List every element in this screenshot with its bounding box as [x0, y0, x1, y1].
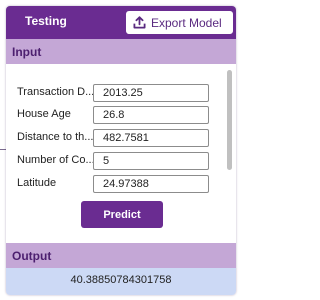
- input-form: Transaction D... House Age Distance to t…: [6, 64, 236, 243]
- house-age-input[interactable]: [93, 106, 209, 124]
- output-area: 40.38850784301758: [6, 268, 236, 295]
- field-label-house-age: House Age: [17, 108, 71, 120]
- prediction-output-value: 40.38850784301758: [70, 274, 172, 286]
- distance-input[interactable]: [93, 129, 209, 147]
- form-scrollbar[interactable]: [227, 70, 232, 170]
- export-model-label: Export Model: [151, 15, 222, 30]
- input-section-title: Input: [12, 45, 42, 59]
- field-label-transaction-date: Transaction D...: [17, 86, 95, 98]
- field-label-latitude: Latitude: [17, 177, 57, 189]
- upload-icon: [133, 16, 146, 29]
- predict-button[interactable]: Predict: [81, 201, 163, 228]
- panel-header: Testing Export Model: [6, 6, 236, 39]
- output-section-header: Output: [6, 243, 236, 268]
- field-row-number-of-convenience-stores: Number of Co...: [6, 152, 226, 170]
- field-label-distance: Distance to th...: [17, 131, 94, 143]
- testing-panel: Testing Export Model Input Transaction D…: [6, 6, 236, 295]
- field-row-latitude: Latitude: [6, 175, 226, 193]
- field-row-distance: Distance to th...: [6, 129, 226, 147]
- output-section-title: Output: [12, 249, 52, 263]
- input-section-header: Input: [6, 39, 236, 64]
- latitude-input[interactable]: [93, 175, 209, 193]
- panel-title: Testing: [25, 14, 67, 28]
- field-row-transaction-date: Transaction D...: [6, 84, 226, 102]
- number-of-convenience-stores-input[interactable]: [93, 152, 209, 170]
- export-model-button[interactable]: Export Model: [126, 11, 233, 34]
- transaction-date-input[interactable]: [93, 84, 209, 102]
- field-row-house-age: House Age: [6, 106, 226, 124]
- field-label-number-of-convenience-stores: Number of Co...: [17, 154, 95, 166]
